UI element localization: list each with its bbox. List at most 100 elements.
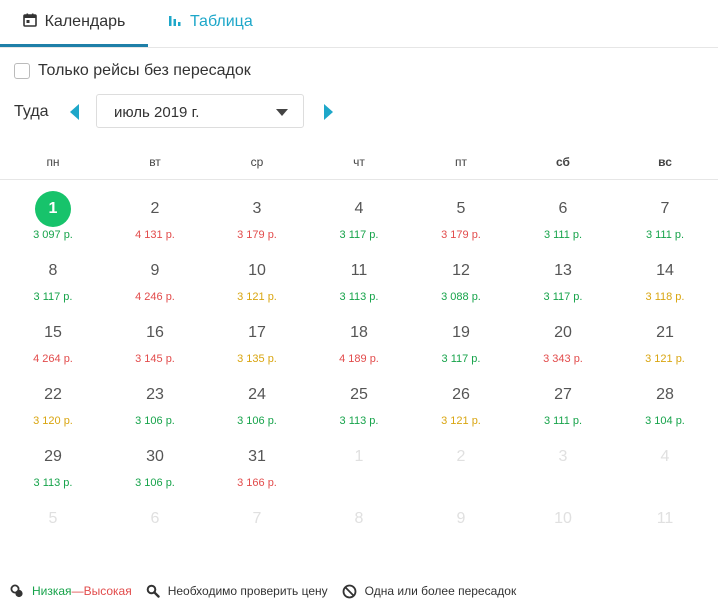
day-price: 3 135 р. [237, 353, 277, 365]
day-number: 23 [146, 386, 164, 403]
day-price: 3 117 р. [543, 291, 583, 303]
calendar-day[interactable]: 27 3 111 р. [512, 372, 614, 432]
weekday-mon: пн [46, 155, 60, 169]
weekday-fri: пт [455, 155, 467, 169]
calendar-day[interactable]: 18 4 189 р. [308, 310, 410, 370]
day-price: 3 104 р. [645, 415, 685, 427]
day-number: 25 [350, 386, 368, 403]
calendar-day[interactable]: 17 3 135 р. [206, 310, 308, 370]
day-number: 2 [150, 200, 160, 217]
calendar-day-other-month: 9 [410, 496, 512, 556]
legend-separator: — [71, 584, 84, 598]
calendar-day[interactable]: 25 3 113 р. [308, 372, 410, 432]
day-number: 19 [452, 324, 470, 341]
day-price: 3 145 р. [135, 353, 175, 365]
day-number: 7 [252, 510, 262, 527]
day-price: 4 189 р. [339, 353, 379, 365]
day-number: 11 [656, 510, 674, 527]
calendar-day-other-month: 6 [104, 496, 206, 556]
day-price: 3 179 р. [237, 229, 277, 241]
month-select[interactable]: июль 2019 г. [96, 94, 304, 128]
legend-price-range: Низкая — Высокая [10, 584, 132, 598]
calendar-day[interactable]: 24 3 106 р. [206, 372, 308, 432]
weekday-thu: чт [353, 155, 365, 169]
day-price: 3 113 р. [339, 291, 379, 303]
nonstop-checkbox[interactable] [14, 63, 30, 79]
weekday-tue: вт [149, 155, 161, 169]
nonstop-filter[interactable]: Только рейсы без пересадок [14, 61, 251, 81]
weekday-sun: вс [658, 155, 672, 169]
legend-check-price-label: Необходимо проверить цену [167, 584, 328, 598]
day-number: 26 [452, 386, 470, 403]
calendar-day-other-month: 5 [2, 496, 104, 556]
calendar-day[interactable]: 10 3 121 р. [206, 248, 308, 308]
calendar-day[interactable]: 19 3 117 р. [410, 310, 512, 370]
legend-check-price: Необходимо проверить цену [146, 584, 328, 598]
calendar-day[interactable]: 9 4 246 р. [104, 248, 206, 308]
calendar-day[interactable]: 11 3 113 р. [308, 248, 410, 308]
day-price: 3 106 р. [135, 415, 175, 427]
legend: Низкая — Высокая Необходимо проверить цену… [10, 582, 530, 600]
legend-stops-label: Одна или более пересадок [364, 584, 517, 598]
day-price: 3 179 р. [441, 229, 481, 241]
day-number: 8 [354, 510, 364, 527]
day-price: 4 131 р. [135, 229, 175, 241]
calendar-day[interactable]: 14 3 118 р. [614, 248, 716, 308]
search-icon [146, 584, 160, 598]
day-number: 9 [150, 262, 160, 279]
day-number: 6 [558, 200, 568, 217]
calendar-day[interactable]: 26 3 121 р. [410, 372, 512, 432]
calendar-day[interactable]: 3 3 179 р. [206, 186, 308, 246]
calendar-day-other-month: 8 [308, 496, 410, 556]
calendar-day[interactable]: 23 3 106 р. [104, 372, 206, 432]
calendar-day[interactable]: 21 3 121 р. [614, 310, 716, 370]
calendar-day[interactable]: 12 3 088 р. [410, 248, 512, 308]
legend-low-label: Низкая [32, 584, 72, 598]
calendar-day[interactable]: 5 3 179 р. [410, 186, 512, 246]
calendar-day[interactable]: 28 3 104 р. [614, 372, 716, 432]
day-number: 9 [456, 510, 466, 527]
calendar-day-other-month: 4 [614, 434, 716, 494]
day-number: 22 [44, 386, 62, 403]
day-price: 3 111 р. [645, 229, 685, 241]
nonstop-label: Только рейсы без пересадок [38, 62, 251, 79]
calendar-day[interactable]: 29 3 113 р. [2, 434, 104, 494]
day-price: 3 113 р. [339, 415, 379, 427]
day-number: 4 [354, 200, 364, 217]
day-number: 20 [554, 324, 572, 341]
day-number: 6 [150, 510, 160, 527]
calendar-day[interactable]: 8 3 117 р. [2, 248, 104, 308]
day-price: 3 121 р. [237, 291, 277, 303]
calendar-day[interactable]: 2 4 131 р. [104, 186, 206, 246]
calendar-day-other-month: 1 [308, 434, 410, 494]
calendar-day[interactable]: 1 3 097 р. [2, 186, 104, 246]
selected-day-number: 1 [35, 191, 71, 227]
prev-month-arrow-icon[interactable] [70, 104, 79, 120]
day-price: 3 117 р. [441, 353, 481, 365]
day-number: 10 [554, 510, 572, 527]
day-price: 3 120 р. [33, 415, 73, 427]
day-price: 3 111 р. [543, 415, 583, 427]
bar-chart-icon [168, 13, 182, 32]
calendar-day[interactable]: 6 3 111 р. [512, 186, 614, 246]
day-number: 27 [554, 386, 572, 403]
calendar-day[interactable]: 16 3 145 р. [104, 310, 206, 370]
next-month-arrow-icon[interactable] [324, 104, 333, 120]
calendar-day[interactable]: 22 3 120 р. [2, 372, 104, 432]
calendar-day[interactable]: 4 3 117 р. [308, 186, 410, 246]
calendar-day[interactable]: 13 3 117 р. [512, 248, 614, 308]
calendar-day[interactable]: 15 4 264 р. [2, 310, 104, 370]
tab-table[interactable]: Таблица [168, 0, 253, 44]
calendar-icon [22, 13, 37, 32]
month-navigation: Туда июль 2019 г. [14, 94, 718, 130]
calendar-day[interactable]: 31 3 166 р. [206, 434, 308, 494]
calendar-day[interactable]: 7 3 111 р. [614, 186, 716, 246]
legend-high-label: Высокая [83, 584, 132, 598]
day-number: 1 [354, 448, 364, 465]
day-price: 4 246 р. [135, 291, 175, 303]
calendar-day[interactable]: 30 3 106 р. [104, 434, 206, 494]
day-price: 3 118 р. [645, 291, 685, 303]
calendar-day[interactable]: 20 3 343 р. [512, 310, 614, 370]
day-price: 3 106 р. [135, 477, 175, 489]
tab-calendar[interactable]: Календарь [0, 0, 148, 47]
